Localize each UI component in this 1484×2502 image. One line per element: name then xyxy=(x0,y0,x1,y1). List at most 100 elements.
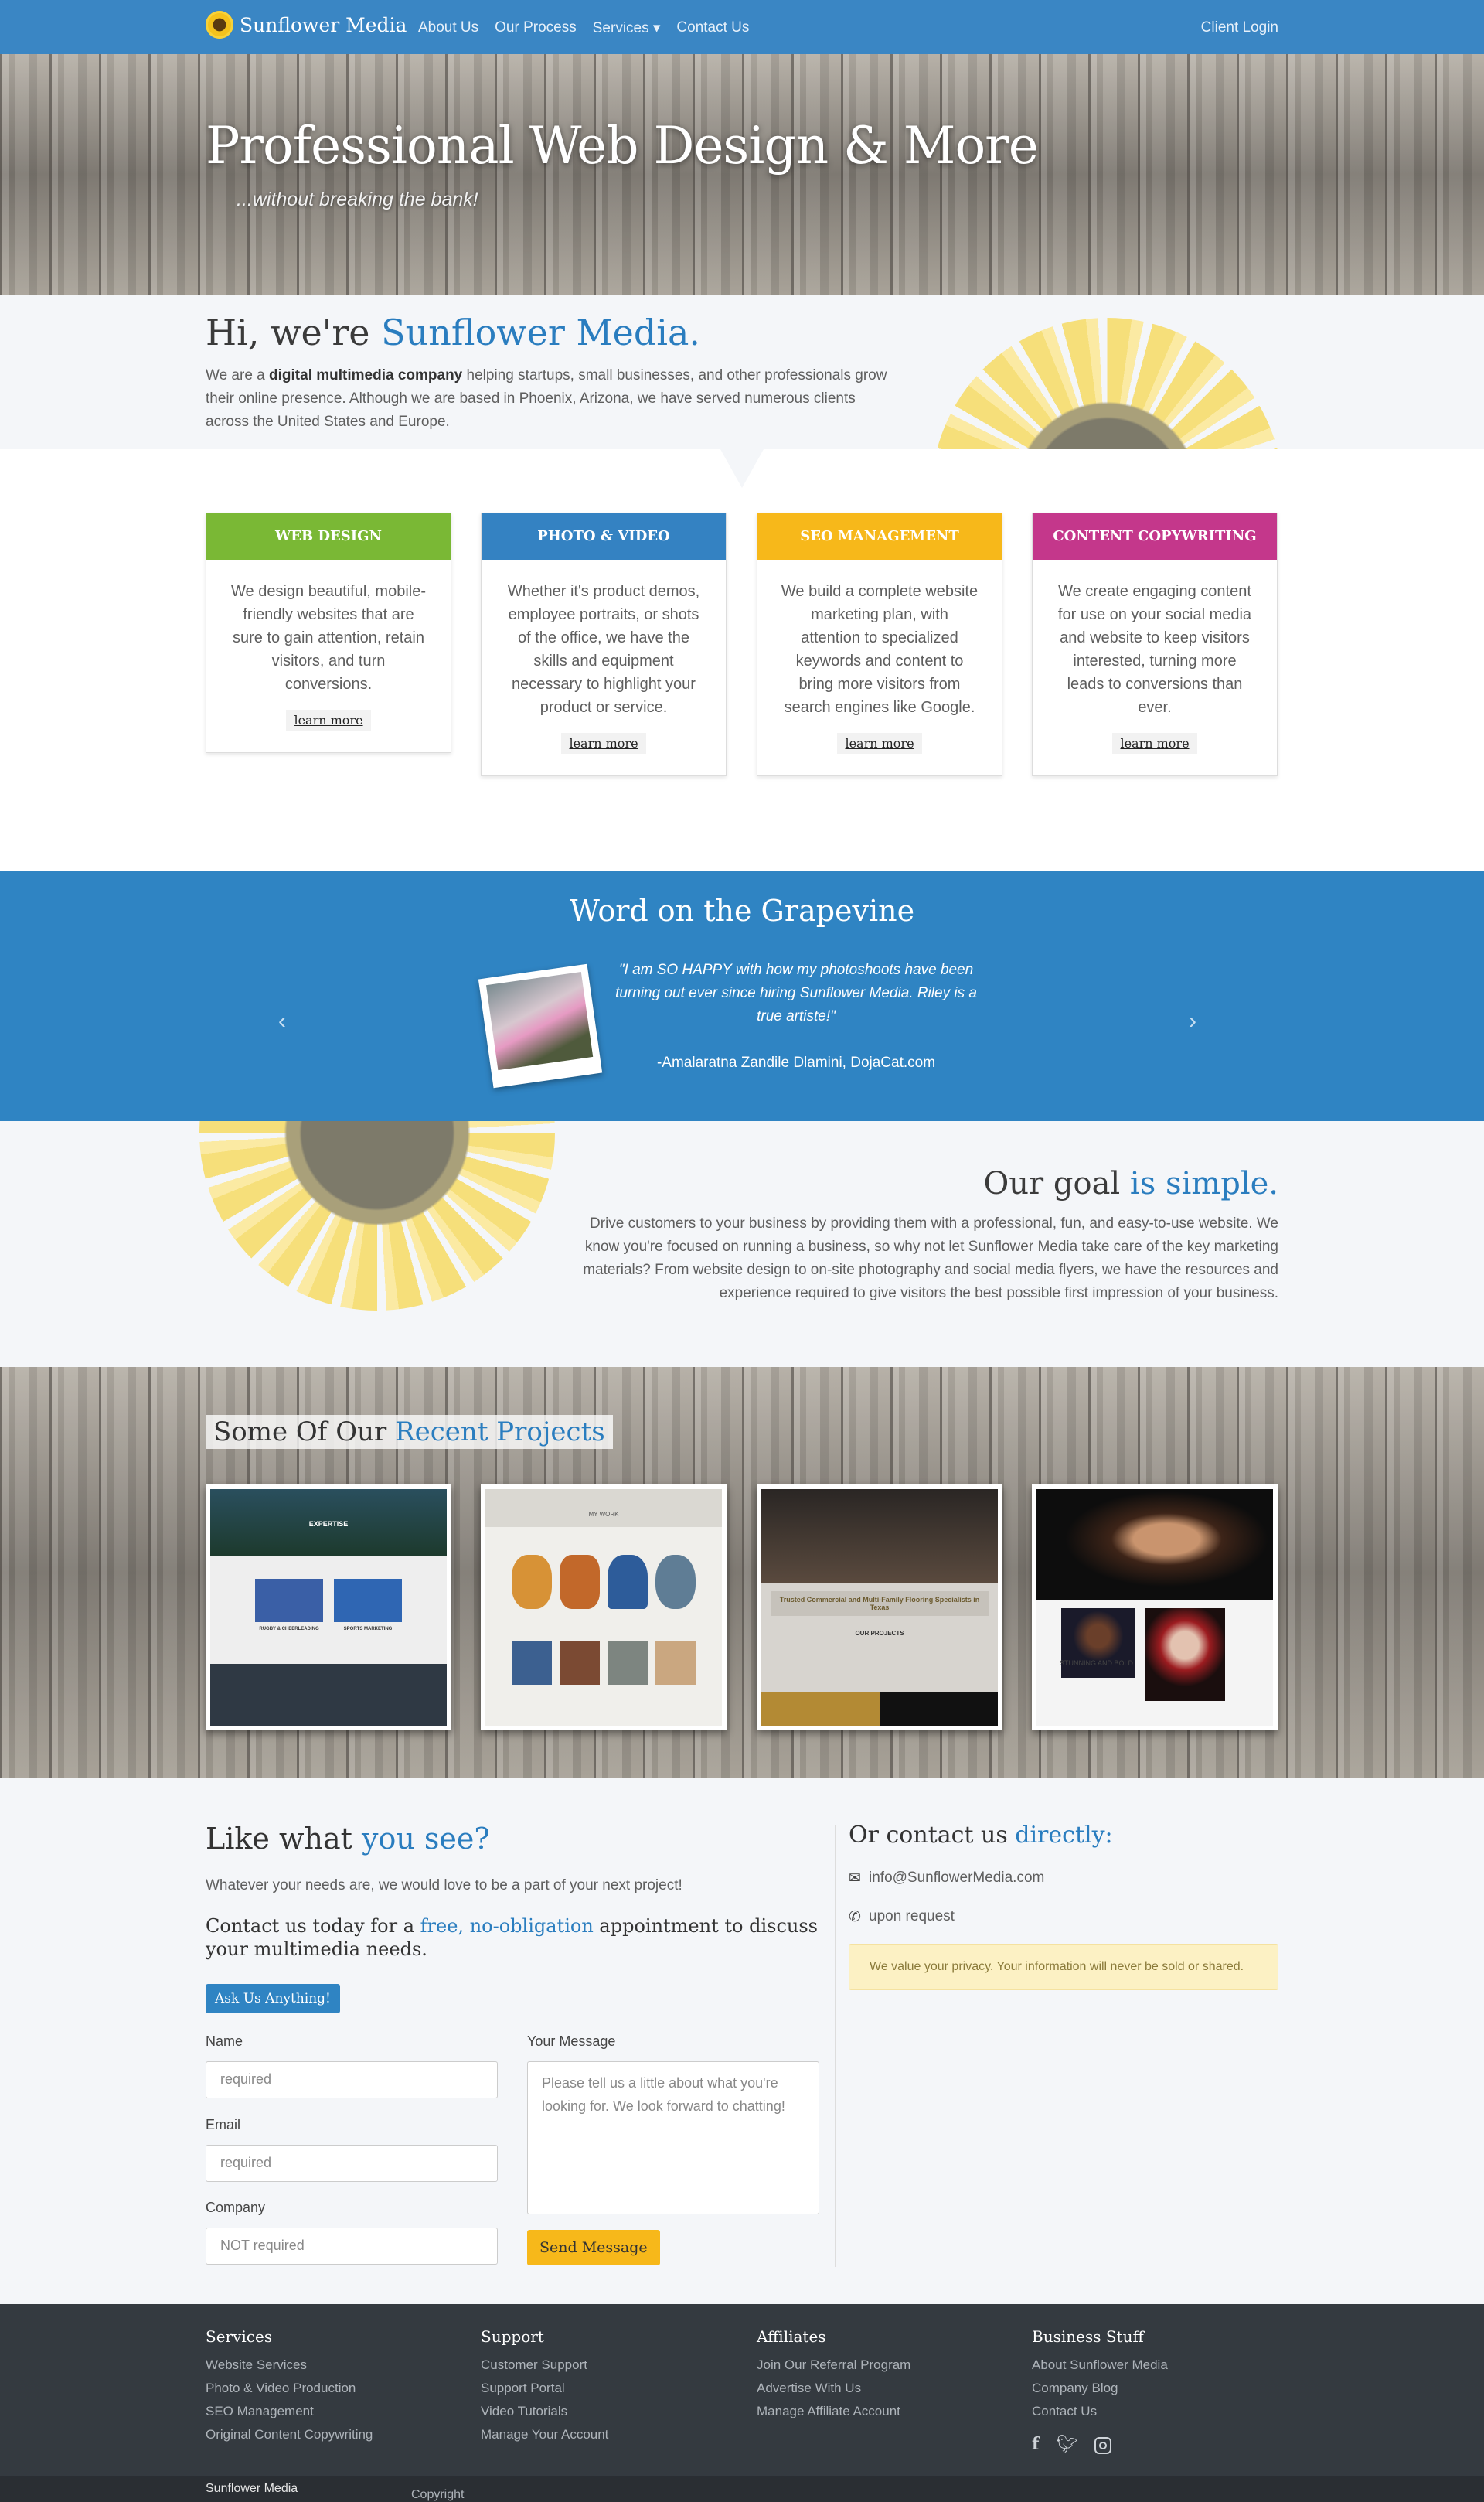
goal-section: Our goal is simple. Drive customers to y… xyxy=(0,1121,1484,1367)
goal-heading: Our goal is simple. xyxy=(983,1166,1278,1202)
learn-more-button[interactable]: learn more xyxy=(1112,733,1197,754)
learn-more-button[interactable]: learn more xyxy=(837,733,922,754)
footer-col-title: Business Stuff xyxy=(1032,2327,1144,2346)
phone-icon: ✆ xyxy=(849,1909,861,1925)
email-label: Email xyxy=(206,2117,241,2132)
contact-cta: Contact us today for a free, no-obligati… xyxy=(206,1915,818,1960)
envelope-icon: ✉ xyxy=(849,1870,861,1887)
sunflower-image xyxy=(199,1121,555,1311)
intro-section: Hi, we're Sunflower Media. We are a digi… xyxy=(0,295,1484,449)
footer-link[interactable]: Advertise With Us xyxy=(757,2377,910,2400)
footer-col-services: Services Website Services Photo & Video … xyxy=(206,2327,373,2446)
company-label: Company xyxy=(206,2200,266,2215)
ask-us-anything-button[interactable]: Ask Us Anything! xyxy=(206,1984,340,2013)
service-card-title: PHOTO & VIDEO xyxy=(482,513,726,560)
service-card-seo: SEO MANAGEMENT We build a complete websi… xyxy=(757,513,1002,776)
testimonial-photo xyxy=(478,963,603,1089)
learn-more-button[interactable]: learn more xyxy=(286,710,371,731)
brand-logo[interactable]: Sunflower Media xyxy=(206,11,407,39)
carousel-next-icon[interactable]: › xyxy=(1189,1008,1196,1035)
nav-link-process[interactable]: Our Process xyxy=(495,19,577,37)
message-textarea[interactable]: Please tell us a little about what you'r… xyxy=(527,2061,819,2214)
testimonial-author: -Amalaratna Zandile Dlamini, DojaCat.com xyxy=(656,1055,936,1071)
nav-link-services-dropdown[interactable]: Services ▾ xyxy=(593,19,661,37)
project-thumbnail[interactable]: EXPERTISE RUGBY & CHEERLEADING SPORTS MAR… xyxy=(206,1484,451,1730)
nav-link-contact[interactable]: Contact Us xyxy=(676,19,749,37)
footer-link[interactable]: Contact Us xyxy=(1032,2400,1168,2423)
company-input[interactable]: NOT required xyxy=(206,2228,498,2265)
footer-link[interactable]: Original Content Copywriting xyxy=(206,2423,373,2446)
footer-link[interactable]: Website Services xyxy=(206,2354,373,2377)
testimonial-section: Word on the Grapevine ‹ "I am SO HAPPY w… xyxy=(0,871,1484,1121)
projects-section: Some Of Our Recent Projects EXPERTISE RU… xyxy=(0,1367,1484,1778)
project-thumbnail[interactable]: Trusted Commercial and Multi-Family Floo… xyxy=(757,1484,1002,1730)
copyright-text: Copyright © 2020 Sunflower Media xyxy=(206,2482,465,2501)
footer-link[interactable]: Manage Affiliate Account xyxy=(757,2400,910,2423)
email-input[interactable]: required xyxy=(206,2145,498,2182)
project-thumbnail[interactable]: MY WORK xyxy=(481,1484,727,1730)
contact-phone: upon request xyxy=(869,1908,955,1924)
footer-col-support: Support Customer Support Support Portal … xyxy=(481,2327,608,2446)
footer-col-title: Services xyxy=(206,2327,273,2346)
carousel-prev-icon[interactable]: ‹ xyxy=(278,1008,286,1035)
hero-title: Professional Web Design & More xyxy=(206,116,1039,176)
brand-name: Sunflower Media xyxy=(240,13,407,36)
service-card-text: Whether it's product demos, employee por… xyxy=(507,583,700,716)
top-navbar: Sunflower Media About Us Our Process Ser… xyxy=(0,0,1484,54)
copyright-bar: Copyright © 2020 Sunflower Media xyxy=(0,2476,1484,2502)
footer-col-title: Support xyxy=(481,2327,544,2346)
testimonial-quote: "I am SO HAPPY with how my photoshoots h… xyxy=(615,962,977,1024)
service-card-title: SEO MANAGEMENT xyxy=(757,513,1002,560)
contact-subtitle: Whatever your needs are, we would love t… xyxy=(206,1877,682,1894)
contact-section: Like what you see? Whatever your needs a… xyxy=(0,1778,1484,2304)
section-arrow xyxy=(720,449,764,488)
project-thumbnail[interactable]: STUNNING AND BOLD xyxy=(1032,1484,1278,1730)
footer-link[interactable]: Support Portal xyxy=(481,2377,608,2400)
sunflower-image xyxy=(931,318,1283,449)
project-label: Trusted Commercial and Multi-Family Floo… xyxy=(771,1591,989,1617)
service-card-photo-video: PHOTO & VIDEO Whether it's product demos… xyxy=(481,513,727,776)
name-label: Name xyxy=(206,2033,243,2049)
service-card-title: WEB DESIGN xyxy=(206,513,451,560)
intro-heading: Hi, we're Sunflower Media. xyxy=(206,312,701,353)
footer-link[interactable]: Join Our Referral Program xyxy=(757,2354,910,2377)
service-card-copywriting: CONTENT COPYWRITING We create engaging c… xyxy=(1032,513,1278,776)
twitter-icon[interactable]: 🐦︎ xyxy=(1056,2432,1077,2456)
footer-link[interactable]: Photo & Video Production xyxy=(206,2377,373,2400)
footer-link[interactable]: SEO Management xyxy=(206,2400,373,2423)
service-card-web-design: WEB DESIGN We design beautiful, mobile-f… xyxy=(206,513,451,753)
contact-heading: Like what you see? xyxy=(206,1822,490,1856)
footer-col-affiliates: Affiliates Join Our Referral Program Adv… xyxy=(757,2327,910,2423)
footer-link[interactable]: Manage Your Account xyxy=(481,2423,608,2446)
message-label: Your Message xyxy=(527,2033,616,2049)
project-label: SPORTS MARKETING xyxy=(343,1626,393,1631)
footer-link[interactable]: Video Tutorials xyxy=(481,2400,608,2423)
service-card-title: CONTENT COPYWRITING xyxy=(1033,513,1277,560)
contact-email[interactable]: info@SunflowerMedia.com xyxy=(869,1870,1044,1887)
goal-text: Drive customers to your business by prov… xyxy=(583,1215,1278,1301)
footer-link[interactable]: Customer Support xyxy=(481,2354,608,2377)
project-label: MY WORK xyxy=(485,1489,722,1527)
project-label: STUNNING AND BOLD xyxy=(1060,1659,1134,1667)
project-label: RUGBY & CHEERLEADING xyxy=(259,1626,319,1631)
nav-link-about[interactable]: About Us xyxy=(418,19,478,37)
facebook-icon[interactable]: f xyxy=(1032,2432,1039,2456)
intro-text: We are a digital multimedia company help… xyxy=(206,367,887,430)
name-input[interactable]: required xyxy=(206,2061,498,2098)
footer-link[interactable]: Company Blog xyxy=(1032,2377,1168,2400)
projects-heading: Some Of Our Recent Projects xyxy=(206,1415,613,1449)
learn-more-button[interactable]: learn more xyxy=(561,733,646,754)
send-message-button[interactable]: Send Message xyxy=(527,2230,660,2265)
footer-col-business: Business Stuff About Sunflower Media Com… xyxy=(1032,2327,1168,2456)
footer: Services Website Services Photo & Video … xyxy=(0,2304,1484,2476)
sunflower-logo-icon xyxy=(206,11,233,39)
hero-banner: Professional Web Design & More ...withou… xyxy=(0,54,1484,295)
project-label: OUR PROJECTS xyxy=(855,1630,904,1638)
client-login-link[interactable]: Client Login xyxy=(1201,19,1278,36)
instagram-icon[interactable] xyxy=(1094,2437,1112,2454)
project-label: EXPERTISE xyxy=(308,1520,349,1528)
footer-link[interactable]: About Sunflower Media xyxy=(1032,2354,1168,2377)
footer-col-title: Affiliates xyxy=(757,2327,826,2346)
testimonial-heading: Word on the Grapevine xyxy=(569,894,915,928)
social-icons: f 🐦︎ xyxy=(1032,2432,1168,2456)
